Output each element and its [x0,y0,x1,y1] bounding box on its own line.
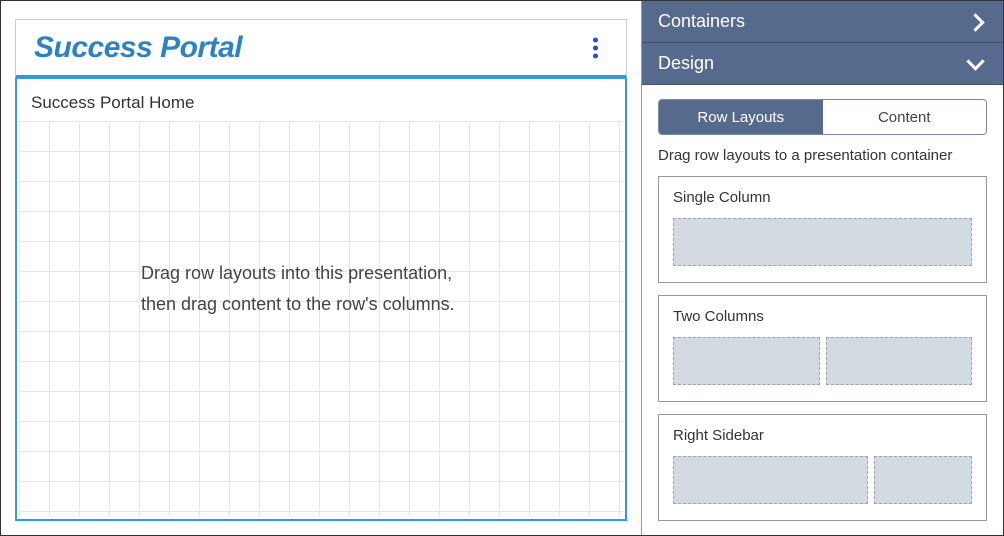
presentation-canvas[interactable]: Success Portal Home Drag row layouts int… [15,79,627,521]
canvas-hint-line1: Drag row layouts into this presentation, [141,258,501,289]
layout-col [673,218,972,266]
design-label: Design [658,53,714,74]
canvas-title: Success Portal Home [17,79,625,119]
canvas-hint-line2: then drag content to the row's columns. [141,289,501,320]
kebab-menu-icon[interactable] [587,31,604,64]
portal-header: Success Portal [15,19,627,79]
layout-right-sidebar[interactable]: Right Sidebar [658,414,987,521]
design-panel-body: Row Layouts Content Drag row layouts to … [642,85,1003,535]
layout-col [826,337,973,385]
tab-row-layouts[interactable]: Row Layouts [659,100,823,134]
tab-content[interactable]: Content [823,100,987,134]
layout-col [673,456,868,504]
layout-title: Right Sidebar [673,427,972,444]
layout-preview [673,337,972,385]
layout-col [874,456,972,504]
portal-title: Success Portal [34,31,242,65]
layout-title: Single Column [673,189,972,206]
design-panel-header[interactable]: Design [642,43,1003,85]
design-tab-toggle: Row Layouts Content [658,99,987,135]
layout-title: Two Columns [673,308,972,325]
canvas-drop-zone[interactable]: Drag row layouts into this presentation,… [19,121,623,517]
chevron-down-icon [969,55,987,73]
layout-two-columns[interactable]: Two Columns [658,295,987,402]
chevron-right-icon [969,13,987,31]
side-panel: Containers Design Row Layouts Content Dr… [641,1,1003,535]
containers-label: Containers [658,11,745,32]
layout-preview [673,456,972,504]
design-hint: Drag row layouts to a presentation conta… [658,147,987,164]
layout-preview [673,218,972,266]
canvas-pane: Success Portal Success Portal Home Drag … [1,1,641,535]
containers-panel-header[interactable]: Containers [642,1,1003,43]
layout-single-column[interactable]: Single Column [658,176,987,283]
layout-col [673,337,820,385]
